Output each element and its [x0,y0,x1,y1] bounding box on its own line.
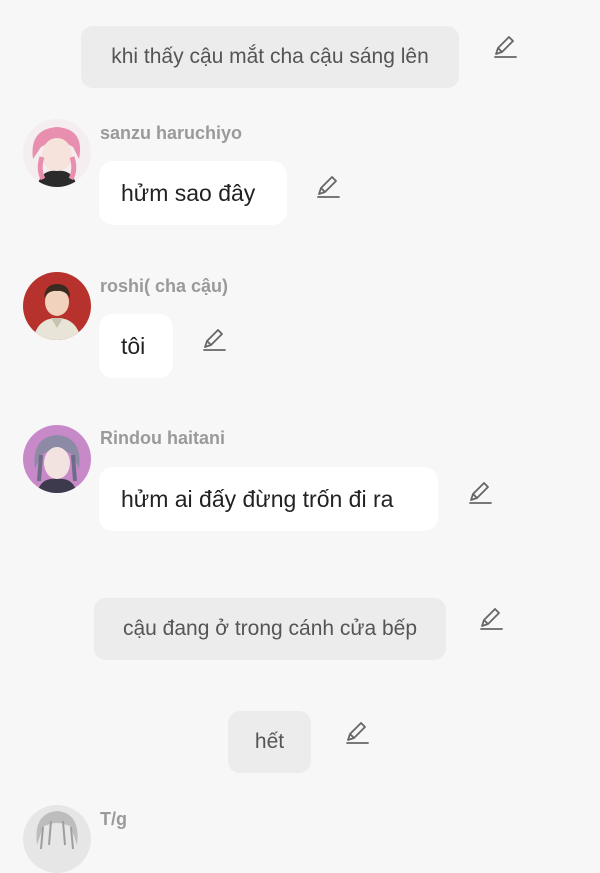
narration-bubble: hết [228,711,311,773]
avatar-roshi[interactable] [23,272,91,340]
avatar-sanzu[interactable] [23,119,91,187]
pencil-edit-icon[interactable] [478,606,504,632]
character-name: roshi( cha cậu) [100,276,229,296]
narration-text: cậu đang ở trong cánh cửa bếp [122,617,418,640]
narration-bubble: cậu đang ở trong cánh cửa bếp [94,598,446,660]
character-name: T/g [100,809,127,829]
avatar-tg[interactable] [23,805,91,873]
character-bubble: hửm sao đây [99,161,287,225]
pencil-edit-icon[interactable] [492,34,518,60]
message-text: tôi [121,332,146,359]
narration-bubble: khi thấy cậu mắt cha cậu sáng lên [81,26,459,88]
character-bubble: hửm ai đấy đừng trốn đi ra [99,467,438,531]
message-text: hửm sao đây [121,179,256,206]
message-text: hửm ai đấy đừng trốn đi ra [121,485,394,512]
narration-text: khi thấy cậu mắt cha cậu sáng lên [111,45,429,68]
character-name: sanzu haruchiyo [100,123,243,143]
character-name: Rindou haitani [100,428,225,448]
pencil-edit-icon[interactable] [315,174,341,200]
pencil-edit-icon[interactable] [344,720,370,746]
avatar-rindou[interactable] [23,425,91,493]
pencil-edit-icon[interactable] [467,480,493,506]
pencil-edit-icon[interactable] [201,327,227,353]
narration-text: hết [254,730,285,753]
character-bubble: tôi [99,314,173,378]
